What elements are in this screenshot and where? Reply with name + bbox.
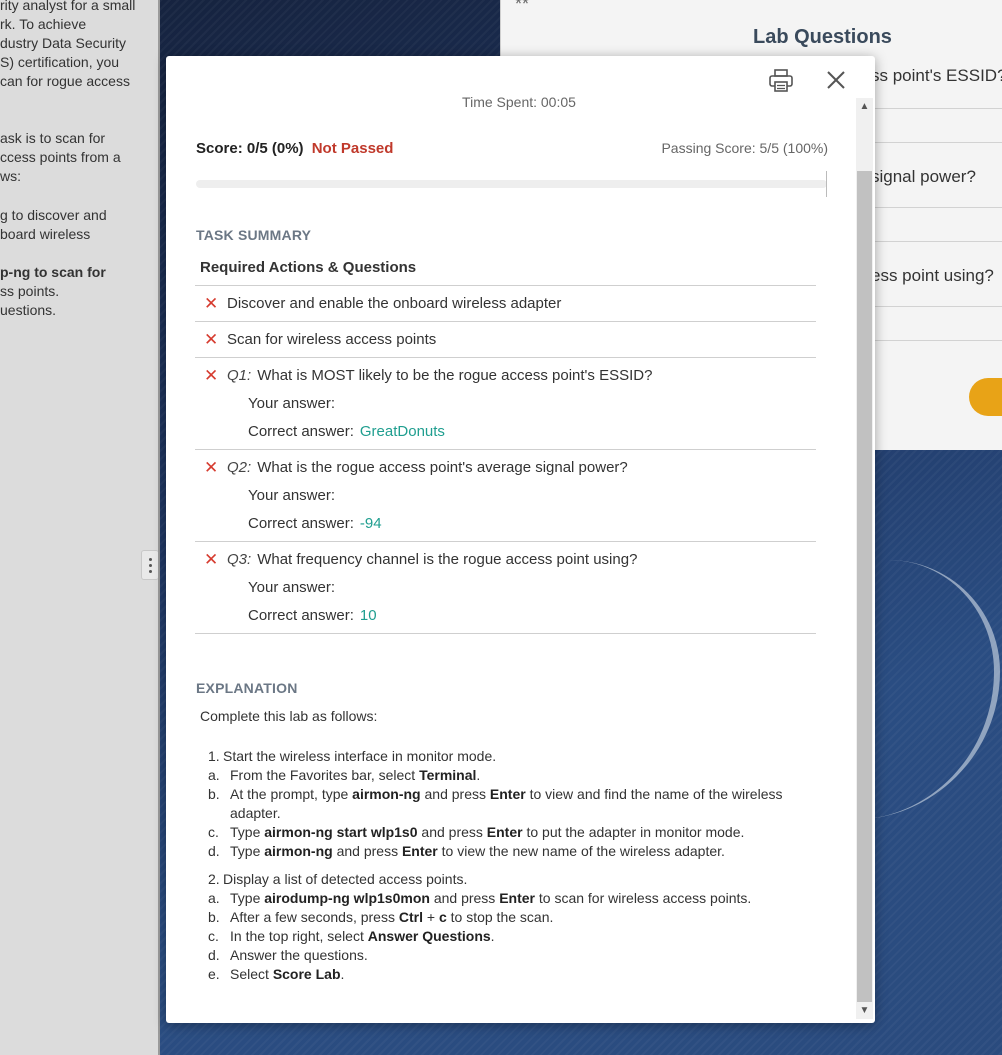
correct-answer: Correct answer: -94 bbox=[227, 514, 816, 533]
close-button[interactable] bbox=[822, 66, 850, 94]
panel-mark: ** bbox=[515, 0, 530, 14]
instructions-line: rk. To achieve bbox=[0, 16, 87, 32]
explanation-heading: EXPLANATION bbox=[196, 680, 298, 696]
lab-divider bbox=[871, 340, 1002, 341]
task-summary-table: ✕ Discover and enable the onboard wirele… bbox=[195, 285, 816, 634]
scroll-up-icon[interactable]: ▲ bbox=[856, 98, 873, 115]
passing-score: Passing Score: 5/5 (100%) bbox=[661, 140, 828, 156]
fail-x-icon: ✕ bbox=[204, 294, 219, 313]
modal-scrollbar[interactable]: ▲ ▼ bbox=[856, 98, 873, 1019]
fail-x-icon: ✕ bbox=[204, 550, 219, 569]
question-number: Q1: bbox=[227, 367, 252, 384]
task-row: ✕ Discover and enable the onboard wirele… bbox=[195, 286, 816, 322]
time-spent: Time Spent: 00:05 bbox=[462, 94, 576, 110]
pass-status: Not Passed bbox=[311, 140, 394, 157]
correct-answer-label: Correct answer: bbox=[248, 607, 354, 624]
task-summary-heading: TASK SUMMARY bbox=[196, 227, 312, 243]
instructions-line: ask is to scan for bbox=[0, 130, 106, 146]
instructions-line: board wireless bbox=[0, 226, 91, 242]
score-summary: Score: 0/5 (0%) Not Passed bbox=[196, 140, 393, 157]
lab-question-1: ss point's ESSID? bbox=[871, 66, 1002, 85]
task-text: Scan for wireless access points bbox=[227, 331, 437, 348]
your-answer: Your answer: bbox=[227, 486, 816, 505]
correct-answer: Correct answer: GreatDonuts bbox=[227, 422, 816, 441]
fail-x-icon: ✕ bbox=[204, 458, 219, 477]
scroll-thumb[interactable] bbox=[857, 171, 872, 1002]
score-lab-button[interactable] bbox=[969, 378, 1002, 416]
explanation-step: 1. Start the wireless interface in monito… bbox=[208, 748, 783, 859]
lab-divider bbox=[871, 108, 1002, 109]
lab-questions-title: Lab Questions bbox=[753, 26, 892, 48]
question-row: ✕ Q3: What frequency channel is the rogue… bbox=[195, 542, 816, 634]
instructions-line: p-ng to scan for bbox=[0, 264, 106, 280]
your-answer-label: Your answer: bbox=[248, 487, 335, 504]
question-number: Q2: bbox=[227, 459, 252, 476]
close-icon bbox=[827, 71, 845, 89]
lab-divider bbox=[871, 241, 1002, 242]
your-answer: Your answer: bbox=[227, 394, 816, 413]
instructions-line: uestions. bbox=[0, 302, 57, 318]
correct-answer: Correct answer: 10 bbox=[227, 606, 816, 625]
table-header: Required Actions & Questions bbox=[200, 259, 417, 276]
question-row: ✕ Q1: What is MOST likely to be the rogue… bbox=[195, 358, 816, 450]
your-answer-label: Your answer: bbox=[248, 395, 335, 412]
correct-answer-value: GreatDonuts bbox=[359, 423, 445, 440]
question-text: What is the rogue access point's average… bbox=[257, 459, 628, 476]
printer-icon bbox=[769, 69, 793, 92]
instructions-line: g to discover and bbox=[0, 207, 107, 223]
fail-x-icon: ✕ bbox=[204, 366, 219, 385]
instructions-line: ws: bbox=[0, 168, 21, 184]
instructions-line: ccess points from a bbox=[0, 149, 121, 165]
instructions-line: S) certification, you bbox=[0, 54, 120, 70]
score-value: Score: 0/5 (0%) bbox=[196, 140, 304, 157]
correct-answer-value: 10 bbox=[359, 607, 377, 624]
lab-question-3: ess point using? bbox=[871, 266, 994, 285]
explanation-intro: Complete this lab as follows: bbox=[200, 708, 378, 724]
instructions-pane: rity analyst for a small rk. To achieve … bbox=[0, 0, 159, 1055]
question-number: Q3: bbox=[227, 551, 252, 568]
scroll-down-icon[interactable]: ▼ bbox=[856, 1002, 873, 1019]
passing-threshold-marker bbox=[826, 171, 827, 197]
explanation-steps: 1. Start the wireless interface in monito… bbox=[208, 747, 808, 993]
instructions-line: dustry Data Security bbox=[0, 35, 127, 51]
instructions-line: rity analyst for a small bbox=[0, 0, 136, 13]
your-answer: Your answer: bbox=[227, 578, 816, 597]
print-button[interactable] bbox=[766, 66, 796, 96]
question-text: What frequency channel is the rogue acce… bbox=[257, 551, 638, 568]
fail-x-icon: ✕ bbox=[204, 330, 219, 349]
lab-divider bbox=[871, 207, 1002, 208]
score-report-modal: Time Spent: 00:05 Score: 0/5 (0%) Not Pa… bbox=[166, 56, 875, 1023]
correct-answer-value: -94 bbox=[359, 515, 382, 532]
task-row: ✕ Scan for wireless access points bbox=[195, 322, 816, 358]
score-progress-bar bbox=[196, 180, 827, 188]
correct-answer-label: Correct answer: bbox=[248, 423, 354, 440]
correct-answer-label: Correct answer: bbox=[248, 515, 354, 532]
lab-divider bbox=[871, 306, 1002, 307]
lab-divider bbox=[871, 142, 1002, 143]
task-text: Discover and enable the onboard wireless… bbox=[227, 295, 562, 312]
pane-resize-handle[interactable] bbox=[141, 550, 159, 580]
instructions-line: ss points. bbox=[0, 283, 60, 299]
instructions-line: can for rogue access bbox=[0, 73, 130, 89]
question-row: ✕ Q2: What is the rogue access point's av… bbox=[195, 450, 816, 542]
lab-question-2: signal power? bbox=[871, 167, 976, 186]
question-text: What is MOST likely to be the rogue acce… bbox=[257, 367, 653, 384]
your-answer-label: Your answer: bbox=[248, 579, 335, 596]
explanation-step: 2. Display a list of detected access poin… bbox=[208, 871, 752, 982]
